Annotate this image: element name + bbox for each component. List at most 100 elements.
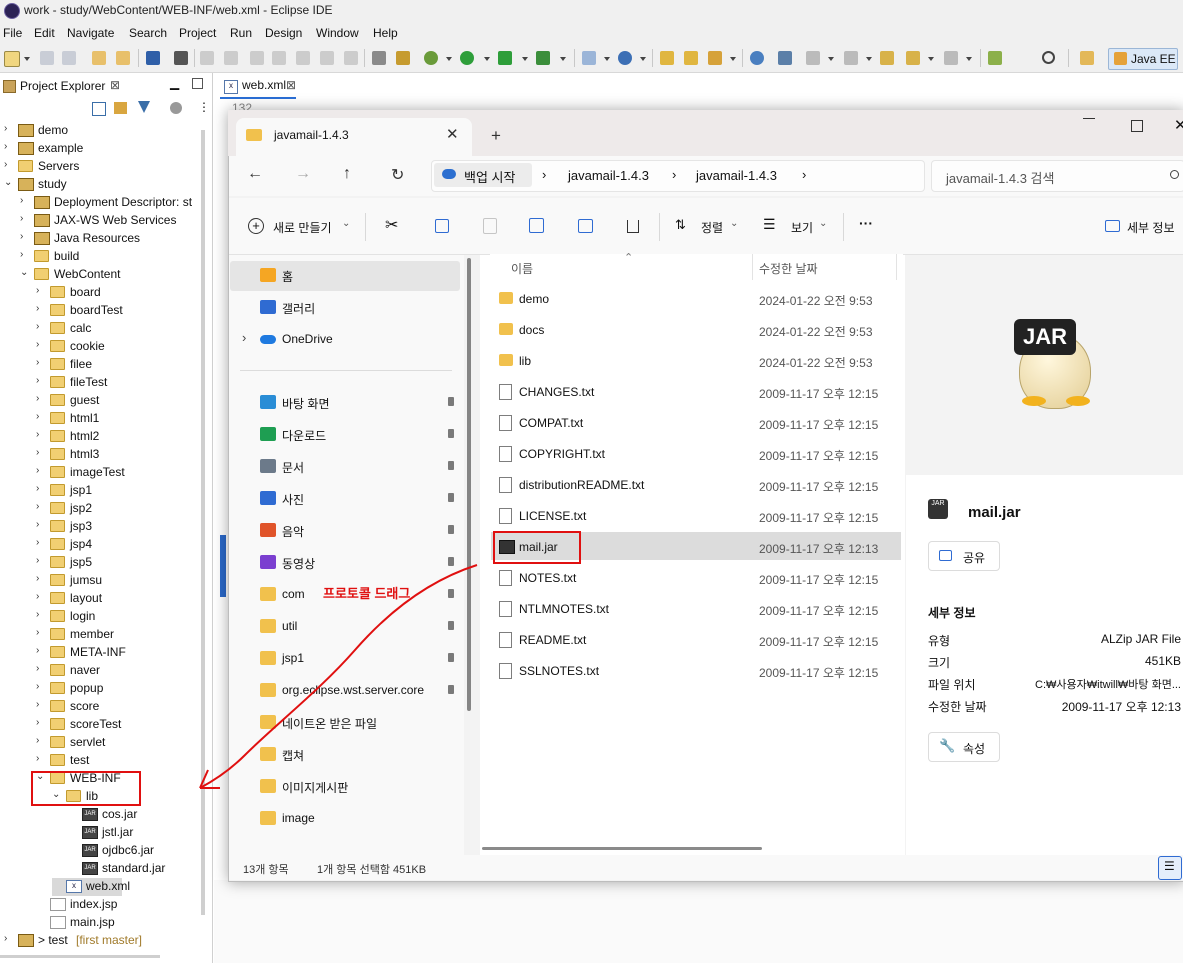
- file-row[interactable]: COPYRIGHT.txt 2009-11-17 오후 12:15: [491, 439, 901, 467]
- external-tools-icon[interactable]: [536, 51, 550, 65]
- collapse-chevron-icon[interactable]: ›: [36, 502, 45, 512]
- nav-item[interactable]: 바탕 화면: [256, 388, 462, 416]
- search-box[interactable]: javamail-1.4.3 검색: [931, 160, 1183, 192]
- details-button[interactable]: 세부 정보: [1127, 219, 1175, 236]
- file-row[interactable]: COMPAT.txt 2009-11-17 오후 12:15: [491, 408, 901, 436]
- menu-window[interactable]: Window: [316, 26, 359, 40]
- forward-icon[interactable]: [944, 51, 958, 65]
- back-icon[interactable]: [906, 51, 920, 65]
- collapse-chevron-icon[interactable]: ›: [36, 304, 45, 314]
- collapse-chevron-icon[interactable]: ›: [36, 754, 45, 764]
- share-icon[interactable]: [578, 219, 593, 233]
- share-button[interactable]: 공유: [928, 541, 1000, 571]
- collapse-chevron-icon[interactable]: ›: [36, 736, 45, 746]
- maximize-icon[interactable]: [192, 78, 203, 89]
- collapse-chevron-icon[interactable]: ›: [4, 160, 13, 170]
- nav-item[interactable]: 문서: [256, 452, 462, 480]
- rename-icon[interactable]: [529, 218, 544, 233]
- refresh-icon[interactable]: [116, 51, 130, 65]
- collapse-chevron-icon[interactable]: ›: [36, 358, 45, 368]
- menu-run[interactable]: Run: [230, 26, 252, 40]
- properties-button[interactable]: 🔧 속성: [928, 732, 1000, 762]
- chevron-down-icon[interactable]: ⌄: [819, 218, 827, 229]
- nav-item[interactable]: › OneDrive: [242, 325, 462, 353]
- collapse-chevron-icon[interactable]: ›: [36, 466, 45, 476]
- perspective-java-ee-button[interactable]: Java EE: [1108, 48, 1178, 70]
- collapse-chevron-icon[interactable]: ›: [36, 610, 45, 620]
- close-icon[interactable]: ⊠: [286, 78, 296, 92]
- collapse-chevron-icon[interactable]: ›: [20, 196, 29, 206]
- menu-project[interactable]: Project: [179, 26, 216, 40]
- file-row[interactable]: NOTES.txt 2009-11-17 오후 12:15: [491, 563, 901, 591]
- collapse-chevron-icon[interactable]: ›: [36, 718, 45, 728]
- breadcrumb-folder-2[interactable]: javamail-1.4.3: [696, 168, 777, 183]
- file-list-hscrollbar[interactable]: [482, 847, 762, 850]
- column-divider[interactable]: [752, 254, 753, 280]
- sort-button[interactable]: 정렬: [701, 219, 723, 236]
- coverage-icon[interactable]: [498, 51, 512, 65]
- collapse-chevron-icon[interactable]: ›: [36, 646, 45, 656]
- column-name-header[interactable]: 이름: [511, 260, 533, 277]
- project-explorer-hscrollbar[interactable]: [0, 955, 160, 958]
- view-menu-icon[interactable]: ⋮: [198, 100, 210, 114]
- file-row[interactable]: NTLMNOTES.txt 2009-11-17 오후 12:15: [491, 594, 901, 622]
- suspend-icon[interactable]: [224, 51, 238, 65]
- open-perspective-icon[interactable]: [1080, 51, 1094, 65]
- file-row[interactable]: CHANGES.txt 2009-11-17 오후 12:15: [491, 377, 901, 405]
- expand-chevron-icon[interactable]: ⌄: [4, 178, 13, 188]
- paste-icon[interactable]: [483, 218, 497, 234]
- search-tool-icon[interactable]: [708, 51, 722, 65]
- cut-icon[interactable]: ✂: [385, 215, 398, 235]
- file-row[interactable]: lib 2024-01-22 오전 9:53: [491, 346, 901, 374]
- search-dropdown-icon[interactable]: [730, 57, 736, 61]
- minimize-icon[interactable]: ▁: [170, 76, 179, 90]
- address-breadcrumb[interactable]: 백업 시작 › javamail-1.4.3 › javamail-1.4.3 …: [431, 160, 925, 192]
- debug-dropdown-icon[interactable]: [446, 57, 452, 61]
- expand-chevron-icon[interactable]: ⌄: [20, 268, 29, 278]
- menu-edit[interactable]: Edit: [34, 26, 55, 40]
- collapse-chevron-icon[interactable]: ›: [36, 322, 45, 332]
- new-dropdown-icon[interactable]: [24, 57, 30, 61]
- next-annotation-icon[interactable]: [806, 51, 820, 65]
- collapse-chevron-icon[interactable]: ›: [36, 448, 45, 458]
- back-arrow-icon[interactable]: ←: [247, 165, 263, 183]
- menu-file[interactable]: File: [3, 26, 22, 40]
- nav-item[interactable]: image: [256, 804, 462, 832]
- file-explorer-tab[interactable]: javamail-1.4.3 ✕: [236, 118, 472, 156]
- collapse-chevron-icon[interactable]: ›: [4, 142, 13, 152]
- nav-item[interactable]: 사진: [256, 484, 462, 512]
- menu-help[interactable]: Help: [373, 26, 398, 40]
- new-java-class-icon[interactable]: [618, 51, 632, 65]
- open-task-icon[interactable]: [684, 51, 698, 65]
- prev-annotation-dropdown-icon[interactable]: [866, 57, 872, 61]
- collapse-chevron-icon[interactable]: ›: [20, 232, 29, 242]
- save-all-icon[interactable]: [62, 51, 76, 65]
- nav-item[interactable]: 다운로드: [256, 420, 462, 448]
- last-edit-icon[interactable]: [880, 51, 894, 65]
- new-tab-button[interactable]: +: [491, 126, 501, 146]
- menu-design[interactable]: Design: [265, 26, 302, 40]
- collapse-chevron-icon[interactable]: ›: [36, 286, 45, 296]
- editor-tab-web-xml[interactable]: x web.xml ⊠: [220, 75, 296, 99]
- close-window-icon[interactable]: ✕: [1174, 116, 1183, 134]
- chevron-right-icon[interactable]: ›: [242, 330, 246, 345]
- more-button[interactable]: ···: [859, 215, 873, 231]
- maximize-icon[interactable]: [1131, 120, 1143, 132]
- next-annotation-dropdown-icon[interactable]: [828, 57, 834, 61]
- new-server-dropdown-icon[interactable]: [604, 57, 610, 61]
- save-icon[interactable]: [40, 51, 54, 65]
- copy-icon[interactable]: [435, 219, 449, 233]
- link-icon[interactable]: [396, 51, 410, 65]
- nav-item[interactable]: 갤러리: [256, 293, 462, 321]
- focus-icon[interactable]: [170, 102, 182, 114]
- web-browser-icon[interactable]: [750, 51, 764, 65]
- file-row[interactable]: distributionREADME.txt 2009-11-17 오후 12:1…: [491, 470, 901, 498]
- terminate-icon[interactable]: [250, 51, 264, 65]
- disconnect-icon[interactable]: [272, 51, 286, 65]
- step-over-icon[interactable]: [320, 51, 334, 65]
- new-server-icon[interactable]: [582, 51, 596, 65]
- collapse-chevron-icon[interactable]: ›: [36, 484, 45, 494]
- collapse-chevron-icon[interactable]: ›: [36, 664, 45, 674]
- nav-item[interactable]: 홈: [230, 261, 462, 291]
- collapse-chevron-icon[interactable]: ›: [36, 556, 45, 566]
